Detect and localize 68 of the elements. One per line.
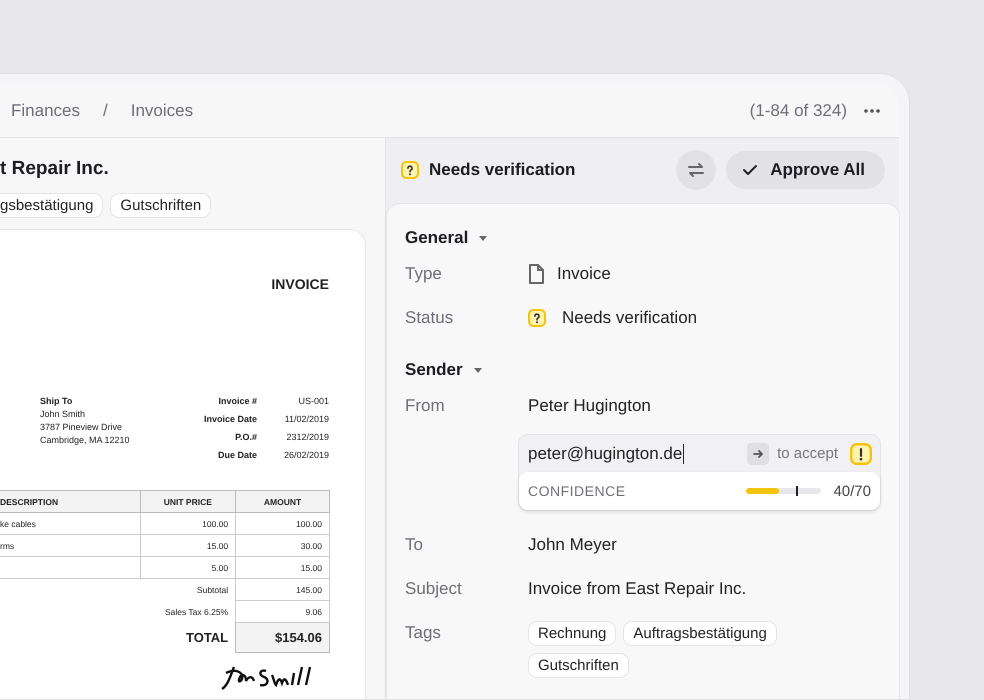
swap-button[interactable] (676, 150, 716, 190)
field-label: Status (405, 308, 454, 328)
question-icon (401, 161, 419, 179)
meta-value: 2312/2019 (285, 432, 329, 442)
tag-chip[interactable]: Gutschriften (528, 653, 629, 678)
confidence-label: CONFIDENCE (528, 483, 626, 499)
total-label: Sales Tax 6.25% (0, 600, 236, 622)
table-cell: 15.00 (236, 556, 330, 578)
field-value: Needs verification (562, 308, 698, 328)
field-value: John Meyer (528, 535, 617, 555)
field-value: Invoice (557, 264, 611, 284)
document-icon (528, 264, 545, 284)
field-value: Invoice from East Repair Inc. (528, 579, 746, 599)
meta-label: Due Date (216, 450, 257, 460)
confidence-reading: 40/70 (833, 482, 871, 500)
tag-chip[interactable]: gsbestätigung (0, 193, 104, 218)
meta-label: Invoice Date (204, 414, 257, 424)
section-title[interactable]: Sender (405, 360, 463, 380)
breadcrumb-link[interactable]: Finances (11, 100, 80, 120)
meta-label: Invoice # (217, 396, 257, 406)
table-cell: 100.00 (236, 512, 330, 534)
more-icon (863, 106, 881, 114)
address-line: Cambridge, MA 12210 (40, 435, 130, 445)
document-title: t Repair Inc. (0, 158, 110, 180)
tag-chip[interactable]: Rechnung (528, 621, 616, 646)
total-label: Subtotal (0, 578, 236, 600)
email-input[interactable]: peter@hugington.de (528, 444, 684, 464)
warning-icon (850, 442, 872, 464)
table-cell: 5.00 (140, 556, 236, 578)
column-header: UNIT PRICE (140, 490, 236, 512)
arrow-right-icon (752, 448, 764, 460)
field-label: Tags (405, 622, 442, 643)
tag-chip[interactable]: Gutschriften (110, 193, 212, 218)
field-label: From (405, 396, 446, 416)
meta-label: P.O.# (234, 432, 257, 442)
meta-value: 26/02/2019 (282, 450, 329, 460)
table-cell: 100.00 (140, 512, 236, 534)
breadcrumb-link[interactable]: Invoices (130, 100, 194, 120)
column-header: AMOUNT (236, 490, 330, 512)
section-title[interactable]: General (405, 228, 468, 248)
table-cell: rms (0, 534, 140, 556)
total-label: TOTAL (0, 622, 236, 652)
pagination-count: (1-84 of 324) (750, 100, 847, 120)
question-icon (528, 309, 546, 327)
meta-value: 11/02/2019 (284, 414, 329, 424)
ship-to-label: Ship To (40, 396, 74, 406)
status-title: Needs verification (429, 160, 576, 180)
breadcrumb-separator: / (102, 100, 108, 120)
tag-chip[interactable]: Auftragsbestätigung (623, 621, 777, 646)
table-cell: ke cables (0, 512, 140, 534)
meta-value: US-001 (297, 396, 329, 406)
address-line: 3787 Pineview Drive (40, 422, 124, 432)
approve-all-button[interactable]: Approve All (726, 151, 885, 189)
threshold-marker (796, 486, 798, 496)
field-label: To (405, 535, 424, 555)
field-label: Type (405, 264, 443, 284)
table-cell: 30.00 (236, 534, 330, 556)
table-cell: 15.00 (140, 534, 236, 556)
accept-hint: to accept (777, 445, 838, 462)
swap-icon (686, 160, 706, 180)
total-value: $154.06 (236, 622, 330, 652)
invoice-heading: INVOICE (270, 276, 329, 292)
check-icon (742, 163, 758, 177)
field-label: Subject (405, 579, 463, 599)
address-line: John Smith (40, 409, 86, 419)
field-value: Peter Hugington (528, 396, 651, 416)
column-header: DESCRIPTION (0, 490, 140, 512)
total-value: 145.00 (236, 578, 330, 600)
